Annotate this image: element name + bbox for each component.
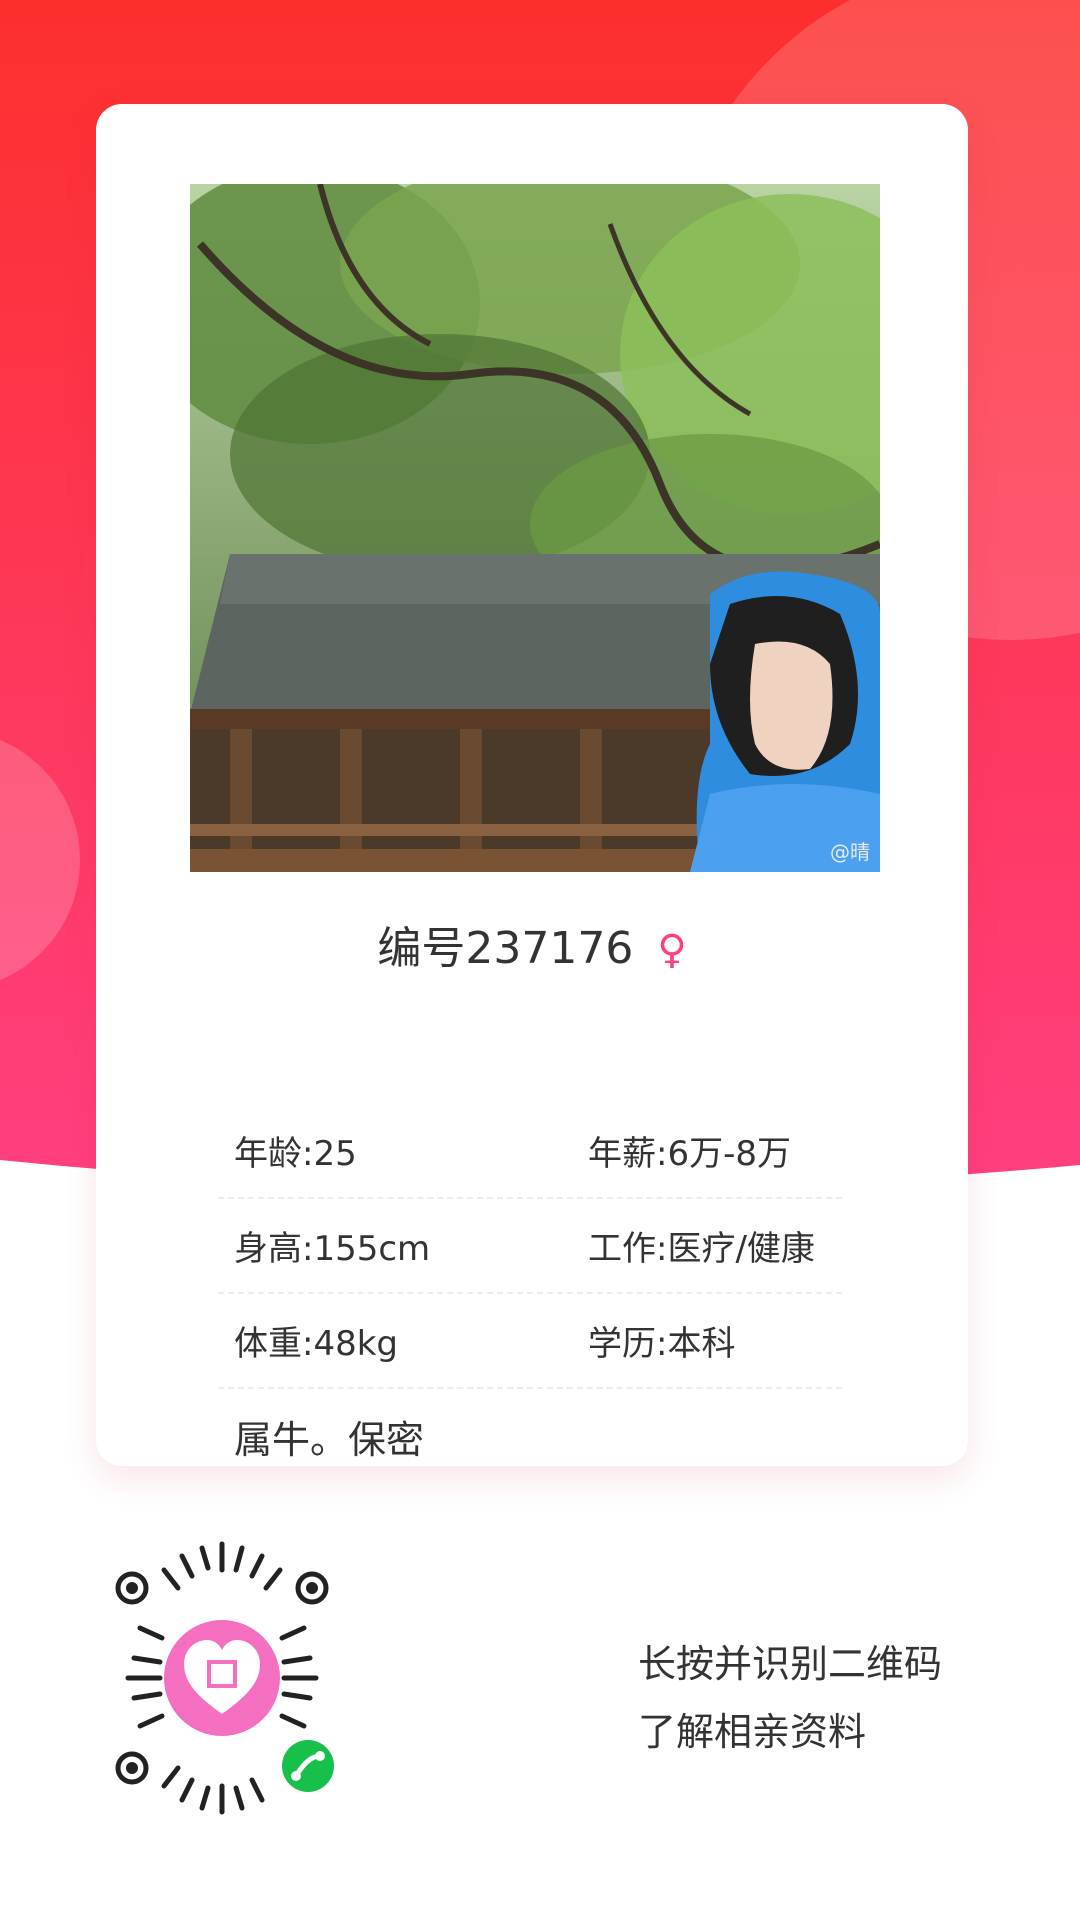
qr-instruction-line-2: 了解相亲资料	[638, 1710, 867, 1754]
job-field: 工作:医疗/健康	[588, 1229, 815, 1269]
qr-instruction-line-1: 长按并识别二维码	[638, 1642, 943, 1686]
profile-info-table: 年龄:25 年薪:6万-8万 身高:155cm 工作:医疗/健康 体重:48kg…	[218, 1104, 842, 1389]
age-field: 年龄:25	[234, 1134, 357, 1174]
salary-field: 年薪:6万-8万	[588, 1134, 791, 1174]
info-row: 体重:48kg 学历:本科	[218, 1294, 842, 1389]
info-row: 身高:155cm 工作:医疗/健康	[218, 1199, 842, 1294]
mini-program-icon	[282, 1740, 334, 1792]
education-field: 学历:本科	[588, 1324, 736, 1364]
mini-program-qr-code[interactable]	[80, 1536, 364, 1820]
qr-instructions: 长按并识别二维码 了解相亲资料	[638, 1630, 942, 1766]
profile-title-row: 编号237176 ♀	[96, 914, 968, 984]
profile-card: @晴 编号237176 ♀ 年龄:25 年薪:6万-8万 身高:155cm 工作:…	[96, 104, 968, 1466]
profile-intro: 属牛。保密	[234, 1418, 425, 1462]
female-icon: ♀	[657, 927, 687, 973]
profile-share-page: @晴 编号237176 ♀ 年龄:25 年薪:6万-8万 身高:155cm 工作:…	[0, 0, 1080, 1921]
info-row: 年龄:25 年薪:6万-8万	[218, 1104, 842, 1199]
photo-watermark: @晴	[830, 840, 870, 864]
height-field: 身高:155cm	[234, 1229, 431, 1269]
profile-number: 编号237176	[377, 923, 634, 974]
weight-field: 体重:48kg	[234, 1324, 398, 1364]
profile-photo[interactable]: @晴	[190, 184, 880, 872]
